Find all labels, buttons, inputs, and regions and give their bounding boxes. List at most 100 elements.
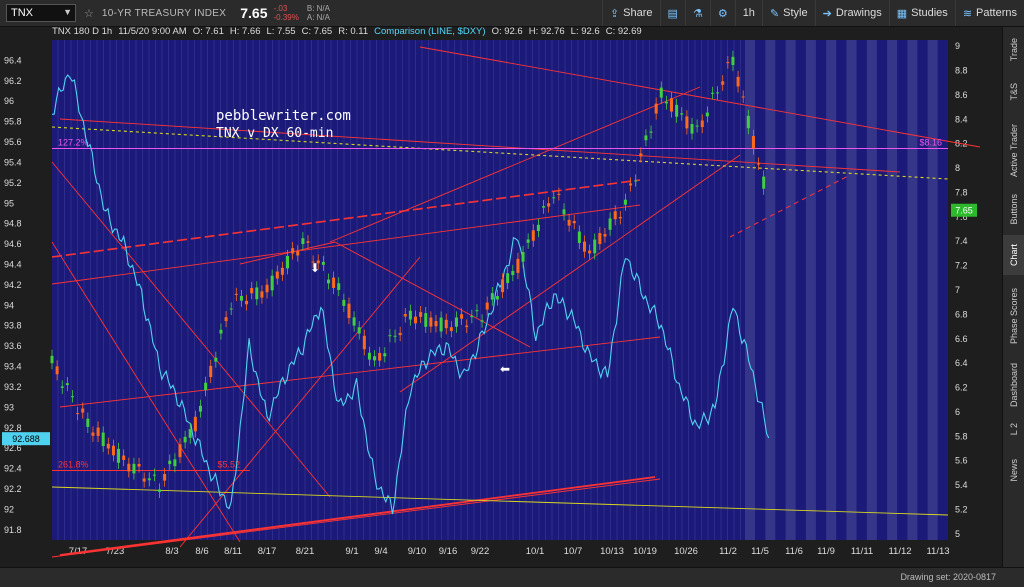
side-tab-trade[interactable]: Trade [1003,35,1024,65]
print-button[interactable]: ▤ [659,0,685,26]
patterns-button[interactable]: ≋ Patterns [954,0,1024,26]
future-band [805,40,816,540]
studies-icon: ▦ [896,7,908,20]
side-tab-active-trader[interactable]: Active Trader [1003,119,1024,183]
future-band [887,40,898,540]
right-axis-tick: 7.2 [955,261,968,271]
side-tab-label: Active Trader [1009,124,1019,178]
drawings-button[interactable]: ➔ Drawings [814,0,889,26]
future-band [846,40,857,540]
tnx-candle-body [516,258,520,273]
left-axis-tick: 94.2 [4,280,22,290]
tnx-candle-body [506,273,510,284]
side-tab-buttons[interactable]: Buttons [1003,187,1024,231]
side-tab-phase-scores[interactable]: Phase Scores [1003,279,1024,353]
side-tab-dashboard[interactable]: Dashboard [1003,357,1024,413]
side-tab-chart[interactable]: Chart [1003,235,1024,275]
tnx-candle-body [654,103,658,114]
fib-label-2: 261.8% [58,459,89,469]
tnx-candle-body [286,255,290,269]
tnx-candle-body [352,317,356,326]
right-axis-tick: 7 [955,285,960,295]
fib-label: 127.2% [58,138,89,148]
tnx-candle-body [480,320,484,322]
tnx-candle-body [629,183,633,186]
tnx-candle-body [572,221,576,224]
side-tab-l-2[interactable]: L 2 [1003,417,1024,441]
change-value: -.03 [273,4,288,13]
tnx-candle-body [65,383,69,386]
tnx-candle-body [132,463,136,474]
bid-value: B: N/A [306,4,330,13]
side-tab-label: L 2 [1009,422,1019,436]
patterns-icon: ≋ [962,7,973,20]
tnx-candle-body [239,295,243,301]
right-axis-tick: 6.2 [955,383,968,393]
interval-button[interactable]: 1h [734,0,762,26]
tnx-candle-body [408,310,412,320]
chevron-down-icon[interactable]: ▼ [63,7,72,17]
tnx-candle-body [209,365,213,378]
tnx-candle-body [542,206,546,208]
tnx-candle-body [419,312,423,317]
tnx-candle-body [306,241,310,243]
symbol-input[interactable]: TNX ▼ [6,4,76,22]
tnx-candle-body [623,199,627,205]
x-axis-tick: 11/13 [926,546,949,557]
tnx-candle-body [424,313,428,327]
x-axis-tick: 9/22 [471,546,490,557]
right-axis-tick: 8.8 [955,65,968,75]
style-label: Style [783,7,808,19]
share-button[interactable]: ⇪ Share [601,0,660,26]
tnx-candle-body [296,251,300,256]
arrow-icon: ➔ [822,7,832,20]
gear-button[interactable]: ⚙ [709,0,735,26]
side-tab-news[interactable]: News [1003,447,1024,493]
fib-price-label: $8.16 [919,138,942,148]
tnx-candle-body [588,250,592,254]
right-axis-tick: 6.6 [955,334,968,344]
side-tab-label: T&S [1009,83,1019,101]
tnx-candle-body [680,113,684,115]
tnx-candle-body [485,302,489,310]
tnx-candle-body [198,405,202,412]
star-icon[interactable]: ☆ [84,7,94,20]
tnx-candle-body [634,180,638,182]
legend-high: H: 7.66 [229,26,261,37]
tnx-candle-body [547,203,551,207]
tnx-candle-body [127,463,131,472]
style-button[interactable]: ✎ Style [761,0,815,26]
tnx-candle-body [188,429,192,438]
symbol-text: TNX [11,7,33,19]
tnx-candle-body [716,92,720,94]
drawing-set-label[interactable]: Drawing set: 2020-0817 [900,572,996,582]
tnx-candle-body [337,283,341,290]
tnx-candle-body [613,211,617,220]
tnx-candle-body [659,87,663,98]
legend-cmp-high: H: 92.76 [528,26,565,37]
tnx-candle-body [173,459,177,467]
tnx-candle-body [70,396,74,398]
left-axis-tick: 92.2 [4,484,22,494]
tnx-candle-body [301,238,305,245]
x-axis-tick: 10/1 [526,546,545,557]
price-chart[interactable]: 96.496.29695.895.695.495.29594.894.694.4… [0,27,1002,567]
tnx-candle-body [465,325,469,327]
x-axis-tick: 9/4 [374,546,387,557]
side-tab-label: Buttons [1009,193,1019,225]
tnx-candle-body [664,101,668,104]
tnx-candle-body [731,56,735,66]
tnx-candle-body [76,413,80,415]
tnx-candle-body [531,230,535,241]
tnx-candle-body [757,163,761,165]
tnx-candle-body [439,317,443,332]
tnx-candle-body [398,332,402,336]
legend-datetime: 11/5/20 9:00 AM [118,26,187,37]
studies-button[interactable]: ▦ Studies [888,0,955,26]
side-tab-t-s[interactable]: T&S [1003,69,1024,115]
x-axis-tick: 9/1 [345,546,358,557]
tnx-candle-body [490,293,494,300]
tnx-candle-body [475,310,479,312]
share-icon: ⇪ [609,7,620,20]
flask-button[interactable]: ⚗ [684,0,710,26]
